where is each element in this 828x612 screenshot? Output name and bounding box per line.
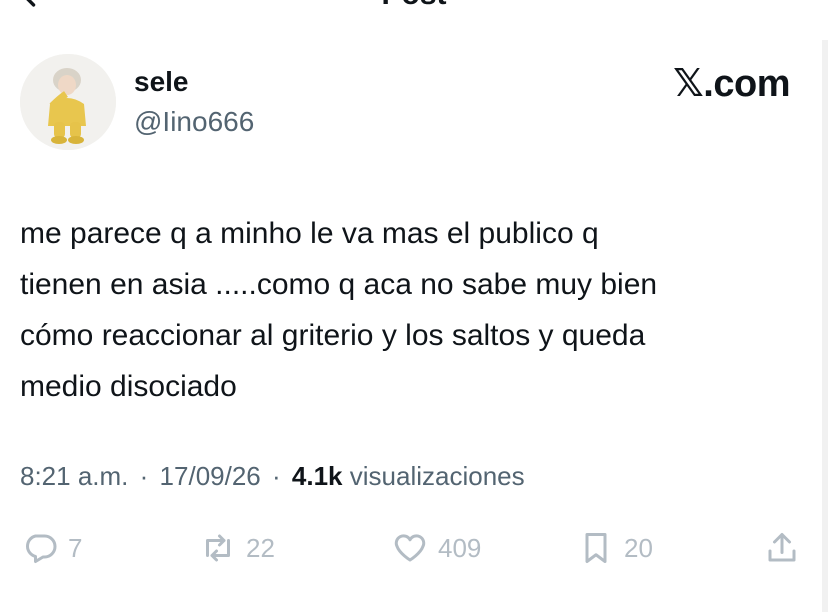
author-display-name[interactable]: sele	[134, 66, 189, 98]
share-button[interactable]	[764, 526, 800, 570]
author-handle[interactable]: @Iino666	[134, 106, 254, 138]
reply-icon	[26, 534, 57, 563]
repost-button[interactable]: 22	[200, 526, 275, 570]
like-count: 409	[438, 532, 482, 563]
views-count[interactable]: 4.1k	[292, 461, 343, 491]
top-bar: Post	[0, 0, 828, 14]
like-button[interactable]: 409	[392, 526, 481, 570]
repost-count: 22	[246, 532, 275, 563]
brand-label: .com	[703, 63, 790, 105]
post-date[interactable]: 17/09/26	[160, 461, 261, 491]
avatar[interactable]	[20, 54, 116, 150]
reply-button[interactable]: 7	[22, 526, 82, 570]
x-icon: 𝕏	[673, 61, 704, 105]
page-title: Post	[0, 0, 828, 10]
post-metadata: 8:21 a.m. · 17/09/26 · 4.1k visualizacio…	[20, 456, 525, 496]
x-logo: 𝕏.com	[673, 62, 790, 105]
bookmark-icon	[585, 533, 607, 563]
share-icon	[768, 533, 796, 562]
post-time[interactable]: 8:21 a.m.	[20, 461, 128, 491]
bookmark-count: 20	[624, 532, 653, 563]
separator: ·	[272, 461, 281, 491]
bookmark-button[interactable]: 20	[578, 526, 653, 570]
post-text: me parece q a minho le va mas el publico…	[20, 217, 658, 403]
reply-count: 7	[68, 532, 83, 563]
separator: ·	[139, 461, 149, 491]
heart-icon	[394, 534, 426, 562]
avatar-image	[20, 54, 116, 150]
action-bar: 7 22 409 20	[0, 526, 828, 570]
views-label: visualizaciones	[349, 461, 525, 491]
repost-icon	[206, 534, 230, 562]
